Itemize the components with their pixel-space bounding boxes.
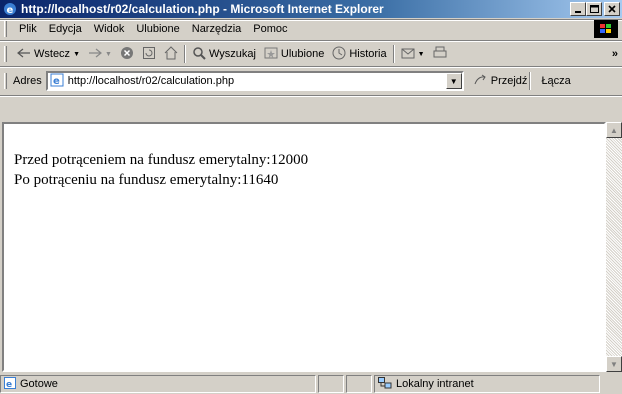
status-panel	[318, 375, 344, 393]
back-button[interactable]: Wstecz ▼	[13, 43, 84, 65]
forward-dropdown-icon[interactable]: ▼	[105, 51, 112, 58]
menu-favorites[interactable]: Ulubione	[130, 19, 185, 39]
search-label: Wyszukaj	[208, 48, 256, 60]
address-input[interactable]: e http://localhost/r02/calculation.php ▼	[45, 71, 464, 91]
mail-icon	[401, 46, 415, 63]
menu-bar: Plik Edycja Widok Ulubione Narzędzia Pom…	[0, 19, 622, 39]
back-arrow-icon	[17, 48, 31, 61]
status-main-panel: e Gotowe	[0, 375, 316, 393]
svg-text:e: e	[7, 5, 14, 16]
address-url: http://localhost/r02/calculation.php	[67, 75, 235, 87]
mail-button[interactable]: ▼	[397, 43, 429, 65]
history-icon	[332, 46, 346, 63]
toolbar-separator	[529, 72, 532, 90]
refresh-button[interactable]	[138, 43, 160, 65]
before-deduction-text: Przed potrąceniem na fundusz emerytalny:…	[14, 152, 309, 168]
title-bar[interactable]: e http://localhost/r02/calculation.php -…	[0, 0, 622, 18]
divider	[0, 95, 622, 97]
history-button[interactable]: Historia	[328, 43, 390, 65]
favorites-button[interactable]: Ulubione	[260, 43, 328, 65]
stop-button[interactable]	[116, 43, 138, 65]
status-zone-panel: Lokalny intranet	[374, 375, 600, 393]
menu-tools[interactable]: Narzędzia	[186, 19, 248, 39]
go-arrow-icon	[474, 74, 488, 89]
status-panel	[346, 375, 372, 393]
toolbar-overflow-icon[interactable]: »	[608, 43, 622, 65]
links-button[interactable]: Łącza	[541, 75, 570, 87]
print-button[interactable]	[429, 43, 451, 65]
search-button[interactable]: Wyszukaj	[188, 43, 260, 65]
stop-icon	[120, 46, 134, 63]
favorites-label: Ulubione	[280, 48, 325, 60]
address-label: Adres	[13, 75, 42, 87]
page-body: Przed potrąceniem na fundusz emerytalny:…	[14, 150, 308, 190]
forward-button[interactable]: ▼	[84, 43, 116, 65]
menu-edit[interactable]: Edycja	[43, 19, 88, 39]
after-deduction-text: Po potrąceniu na fundusz emerytalny:1164…	[14, 172, 279, 188]
intranet-icon	[378, 376, 392, 392]
menu-grip[interactable]	[4, 21, 7, 37]
window-title: http://localhost/r02/calculation.php - M…	[21, 2, 384, 16]
ie-icon: e	[2, 1, 18, 17]
address-bar: Adres e http://localhost/r02/calculation…	[0, 68, 622, 94]
print-icon	[433, 46, 447, 63]
refresh-icon	[142, 46, 156, 63]
search-icon	[192, 46, 206, 63]
toolbar-grip[interactable]	[4, 46, 7, 62]
address-dropdown-icon[interactable]: ▼	[445, 73, 462, 89]
go-button[interactable]: Przejdź	[474, 74, 528, 89]
svg-text:e: e	[6, 380, 12, 389]
scroll-up-icon[interactable]: ▲	[606, 122, 622, 138]
standard-toolbar: Wstecz ▼ ▼ Wyszukaj Ulubione Historia ▼ …	[0, 42, 622, 66]
close-button[interactable]	[604, 2, 620, 16]
status-page-icon: e	[4, 376, 16, 392]
forward-arrow-icon	[88, 48, 102, 61]
home-button[interactable]	[160, 43, 182, 65]
menu-file[interactable]: Plik	[13, 19, 43, 39]
svg-text:e: e	[53, 76, 60, 87]
page-icon: e	[50, 73, 64, 90]
back-label: Wstecz	[34, 48, 71, 60]
mail-dropdown-icon[interactable]: ▼	[418, 51, 425, 58]
history-label: Historia	[349, 48, 387, 60]
minimize-button[interactable]	[570, 2, 586, 16]
scroll-down-icon[interactable]: ▼	[606, 356, 622, 372]
toolbar-separator	[392, 45, 395, 63]
toolbar-separator	[183, 45, 186, 63]
vertical-scrollbar[interactable]: ▲ ▼	[606, 122, 622, 372]
favorites-icon	[264, 46, 278, 63]
status-bar: e Gotowe Lokalny intranet	[0, 374, 622, 394]
go-label: Przejdź	[490, 75, 528, 87]
back-dropdown-icon[interactable]: ▼	[73, 51, 80, 58]
menu-view[interactable]: Widok	[88, 19, 131, 39]
zone-text: Lokalny intranet	[396, 378, 474, 390]
status-text: Gotowe	[20, 378, 58, 390]
browser-window: e http://localhost/r02/calculation.php -…	[0, 0, 622, 394]
windows-logo-icon	[594, 20, 618, 38]
page-content[interactable]: Przed potrąceniem na fundusz emerytalny:…	[2, 122, 606, 372]
maximize-button[interactable]	[586, 2, 602, 16]
menu-help[interactable]: Pomoc	[247, 19, 293, 39]
home-icon	[164, 45, 178, 63]
address-grip[interactable]	[4, 73, 7, 89]
